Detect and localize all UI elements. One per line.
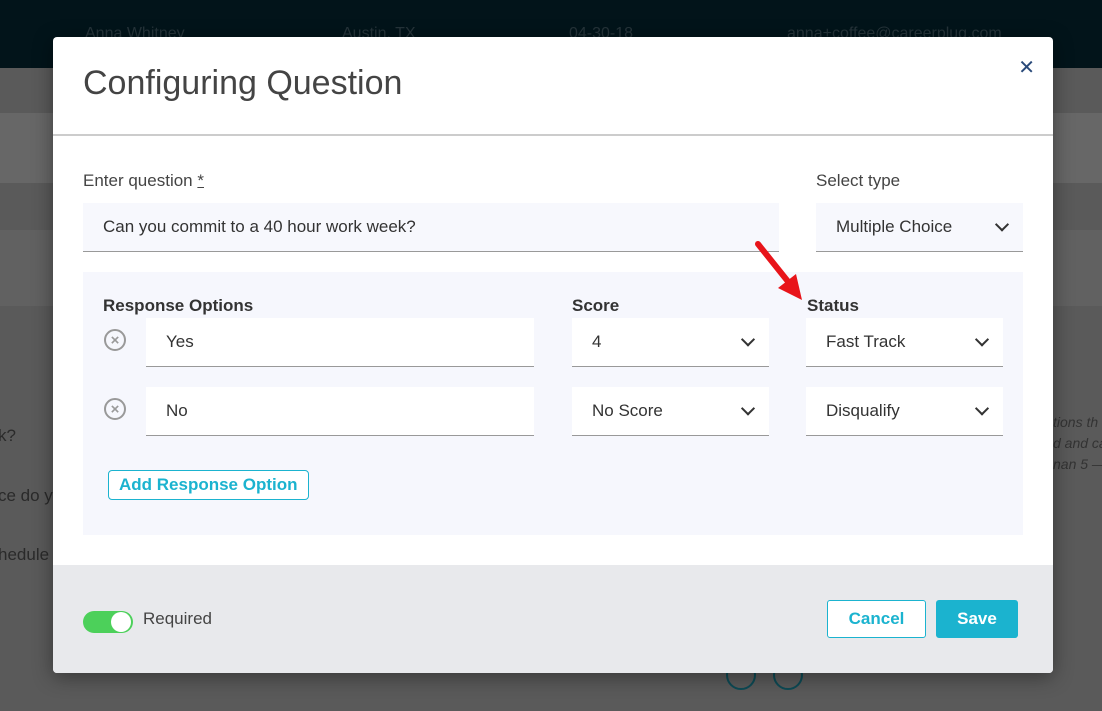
required-toggle[interactable] — [83, 611, 133, 633]
toggle-knob — [111, 612, 131, 632]
option-input[interactable]: Yes — [146, 318, 534, 367]
option-input[interactable]: No — [146, 387, 534, 436]
bg-text: nan 5 — — [1053, 456, 1102, 472]
type-label: Select type — [816, 171, 901, 190]
save-button[interactable]: Save — [936, 600, 1018, 638]
chevron-down-icon — [974, 332, 990, 347]
annotation-arrow-icon — [755, 241, 802, 300]
chevron-down-icon — [740, 332, 756, 347]
add-response-option-button[interactable]: Add Response Option — [108, 470, 309, 500]
bg-text: tions th — [1053, 414, 1099, 430]
remove-option-icon[interactable]: × — [104, 329, 126, 351]
type-select[interactable]: Multiple Choice — [816, 203, 1023, 252]
response-options-panel: Response Options Score Status × Yes 4 Fa… — [83, 272, 1023, 535]
status-select[interactable]: Fast Track — [806, 318, 1003, 367]
question-input[interactable]: Can you commit to a 40 hour work week? — [83, 203, 779, 252]
options-header: Response Options — [103, 296, 254, 315]
required-label: Required — [143, 609, 212, 628]
question-label: Enter question * — [83, 171, 204, 190]
bg-text: k? — [0, 426, 16, 445]
status-header: Status — [807, 296, 859, 315]
score-select[interactable]: 4 — [572, 318, 769, 367]
chevron-down-icon — [974, 401, 990, 416]
required-mark: * — [197, 171, 204, 190]
chevron-down-icon — [994, 217, 1010, 232]
status-select[interactable]: Disqualify — [806, 387, 1003, 436]
configure-question-modal: Configuring Question ✕ Enter question * … — [53, 37, 1053, 673]
remove-option-icon[interactable]: × — [104, 398, 126, 420]
modal-header: Configuring Question ✕ — [53, 37, 1053, 136]
chevron-down-icon — [740, 401, 756, 416]
bg-text: d and ca — [1053, 435, 1102, 451]
score-header: Score — [572, 296, 620, 315]
cancel-button[interactable]: Cancel — [827, 600, 926, 638]
modal-footer: Required Cancel Save — [53, 565, 1053, 673]
close-icon[interactable]: ✕ — [1018, 55, 1035, 80]
score-select[interactable]: No Score — [572, 387, 769, 436]
modal-title: Configuring Question — [83, 64, 403, 102]
bg-text: hedule ( — [0, 545, 60, 564]
